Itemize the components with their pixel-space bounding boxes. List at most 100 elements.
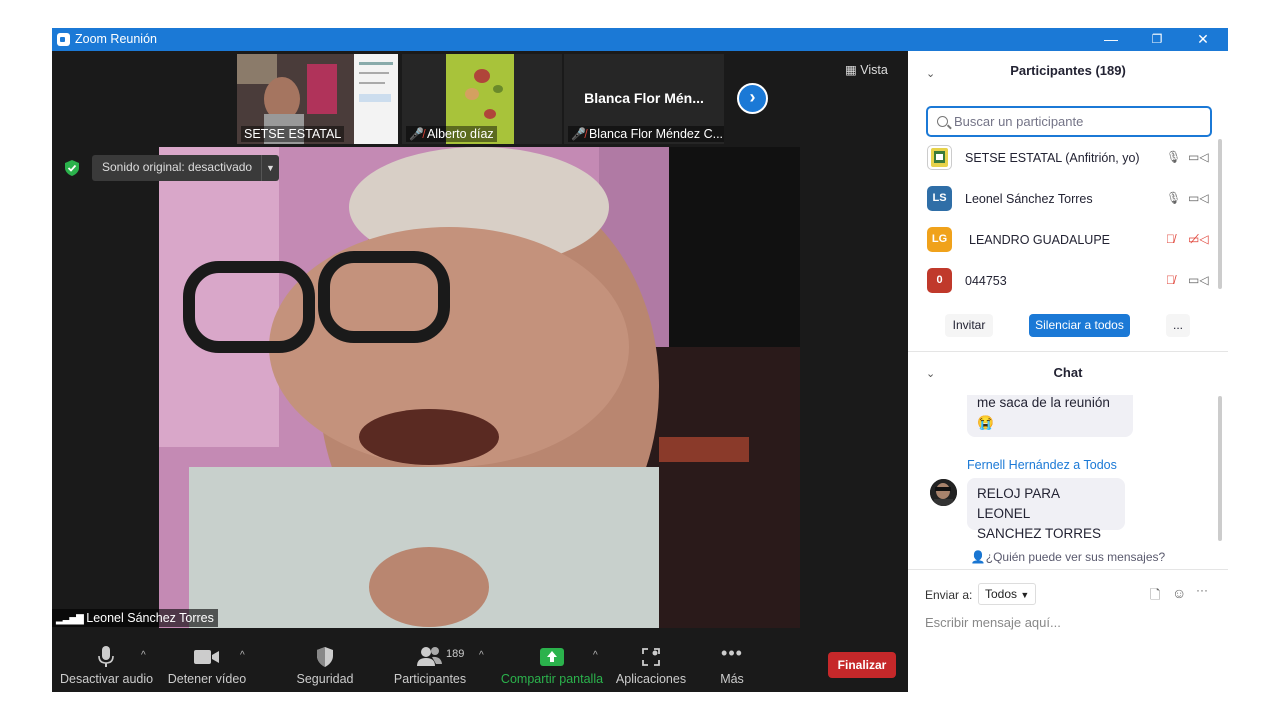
share-screen-label: Compartir pantalla (500, 672, 604, 686)
chat-message: RELOJ PARA LEONEL SANCHEZ TORRES (967, 478, 1125, 541)
thumbnail-name: 🎤̸ Alberto díaz (406, 126, 497, 142)
chat-scrollbar[interactable] (1218, 396, 1222, 541)
avatar: LG (927, 227, 952, 252)
thumbnail-setse-estatal[interactable]: SETSE ESTATAL (237, 54, 398, 144)
minimize-button[interactable]: — (1088, 28, 1134, 51)
sender-photo (930, 479, 957, 506)
share-screen-icon (540, 648, 564, 666)
microphone-icon (98, 646, 114, 667)
avatar: LS (927, 186, 952, 211)
more-dots-icon: ••• (721, 643, 743, 663)
microphone-muted-icon[interactable]: 🎙̸ (1166, 232, 1175, 246)
participant-row[interactable]: LG LEANDRO GUADALUPE 🎙̸ ▭̸◁ (908, 225, 1218, 255)
view-button[interactable]: ▦ Vista (845, 62, 888, 77)
chevron-down-icon: ▼ (1020, 590, 1030, 600)
chat-title: Chat (1053, 365, 1083, 380)
thumbnail-blanca-flor[interactable]: Blanca Flor Mén... 🎤̸ Blanca Flor Méndez … (564, 54, 724, 144)
participant-row[interactable]: LS Leonel Sánchez Torres 🎙 ▭◁ (908, 184, 1218, 214)
chat-message: me saca de la reunión 😭 (967, 395, 1133, 437)
grid-icon: ▦ (845, 63, 857, 77)
thumbnail-alberto-diaz[interactable]: 🎤̸ Alberto díaz (402, 54, 562, 144)
share-options-chevron-icon[interactable]: ^ (593, 650, 598, 661)
participants-count: 189 (446, 648, 465, 660)
microphone-muted-icon[interactable]: 🎙̸ (1166, 273, 1175, 287)
mute-audio-button[interactable]: Desactivar audio (60, 628, 154, 692)
zoom-app-icon (57, 33, 70, 46)
view-label: Vista (860, 63, 888, 77)
apps-button[interactable]: Aplicaciones (613, 628, 689, 692)
original-sound-label: Sonido original: desactivado (102, 160, 253, 174)
video-camera-icon[interactable]: ▭◁ (1188, 273, 1209, 287)
search-icon (937, 116, 948, 127)
video-options-chevron-icon[interactable]: ^ (240, 650, 245, 661)
participants-scrollbar[interactable] (1218, 139, 1222, 289)
restore-button[interactable]: ❐ (1134, 28, 1180, 51)
chat-more-icon[interactable]: ··· (1196, 583, 1208, 597)
video-area: SETSE ESTATAL 🎤̸ Alberto díaz Blanca Flor… (52, 51, 908, 628)
speaker-name-tag: ▂▃▅▇ Leonel Sánchez Torres (52, 609, 218, 627)
participant-name: 044753 (965, 274, 1007, 288)
apps-label: Aplicaciones (615, 672, 687, 686)
meeting-toolbar: Desactivar audio ^ Detener vídeo ^ Segur… (52, 628, 908, 692)
stop-video-button[interactable]: Detener vídeo (164, 628, 250, 692)
emoji-icon[interactable]: ☺ (1172, 585, 1186, 601)
end-meeting-button[interactable]: Finalizar (828, 652, 896, 678)
thumbnail-display-name: Blanca Flor Mén... (584, 90, 704, 106)
participant-row[interactable]: SETSE ESTATAL (Anfitrión, yo) 🎙 ▭◁ (908, 143, 1218, 173)
video-camera-icon[interactable]: ▭◁ (1188, 150, 1209, 164)
participant-name: Leonel Sánchez Torres (965, 192, 1093, 206)
send-to-value: Todos (985, 587, 1018, 601)
next-page-button[interactable]: › (737, 83, 768, 114)
chat-message-input[interactable]: Escribir mensaje aquí... (925, 615, 1061, 630)
thumbnail-name-text: Alberto díaz (426, 127, 494, 141)
more-button[interactable]: ••• Más (707, 628, 757, 692)
chat-sender: Fernell Hernández a Todos (967, 458, 1117, 472)
shield-check-icon (65, 160, 79, 176)
participants-more-button[interactable]: ... (1166, 314, 1190, 337)
thumbnail-name: 🎤̸ Blanca Flor Méndez C... (568, 126, 724, 142)
mute-all-button[interactable]: Silenciar a todos (1029, 314, 1130, 337)
mute-audio-label: Desactivar audio (60, 672, 154, 686)
stop-video-label: Detener vídeo (167, 672, 247, 686)
send-to-label: Enviar a: (925, 588, 973, 602)
who-can-see-text: ¿Quién puede ver sus mensajes? (985, 550, 1166, 564)
mic-muted-icon: 🎤̸ (571, 127, 586, 141)
participants-button[interactable]: 189 Participantes (392, 628, 468, 692)
chat-message-text: me saca de la reunión (977, 395, 1110, 410)
close-button[interactable]: ✕ (1180, 28, 1226, 51)
avatar (930, 479, 957, 506)
video-off-icon[interactable]: ▭̸◁ (1188, 232, 1209, 246)
title-bar: Zoom Reunión — ❐ ✕ (52, 28, 1228, 51)
security-button[interactable]: Seguridad (290, 628, 360, 692)
side-panel: ⌄ Participantes (189) Buscar un particip… (908, 51, 1228, 692)
speaker-video-frame (159, 147, 800, 628)
chat-message-text: SANCHEZ TORRES (977, 526, 1102, 541)
invite-button[interactable]: Invitar (945, 314, 993, 337)
thumbnail-name: SETSE ESTATAL (241, 126, 345, 142)
window-title: Zoom Reunión (75, 32, 157, 46)
original-sound-toggle[interactable]: Sonido original: desactivado ▼ (92, 155, 279, 181)
participant-search-input[interactable]: Buscar un participante (926, 106, 1212, 137)
more-label: Más (720, 672, 744, 686)
participants-icon (417, 647, 442, 666)
mic-muted-icon: 🎤̸ (409, 127, 424, 141)
share-screen-button[interactable]: Compartir pantalla (498, 628, 606, 692)
participants-options-chevron-icon[interactable]: ^ (479, 650, 484, 661)
who-can-see-link[interactable]: 👤¿Quién puede ver sus mensajes? (908, 550, 1228, 564)
participant-row[interactable]: 0 044753 🎙̸ ▭◁ (908, 266, 1218, 296)
send-to-dropdown[interactable]: Todos ▼ (978, 583, 1037, 605)
person-lock-icon: 👤 (970, 550, 986, 564)
microphone-icon[interactable]: 🎙 (1166, 191, 1181, 205)
search-placeholder: Buscar un participante (954, 114, 1084, 129)
avatar: 0 (927, 268, 952, 293)
audio-options-chevron-icon[interactable]: ^ (141, 650, 146, 661)
speaker-name-text: Leonel Sánchez Torres (86, 611, 214, 625)
microphone-icon[interactable]: 🎙 (1166, 150, 1181, 164)
participants-label: Participantes (393, 672, 467, 686)
video-camera-icon (194, 650, 219, 664)
file-icon[interactable]: 🗋 (1150, 586, 1160, 608)
chat-message-text: RELOJ PARA LEONEL (977, 486, 1060, 521)
video-camera-icon[interactable]: ▭◁ (1188, 191, 1209, 205)
participant-name: LEANDRO GUADALUPE (969, 233, 1111, 247)
chevron-down-icon[interactable]: ▼ (261, 155, 279, 181)
